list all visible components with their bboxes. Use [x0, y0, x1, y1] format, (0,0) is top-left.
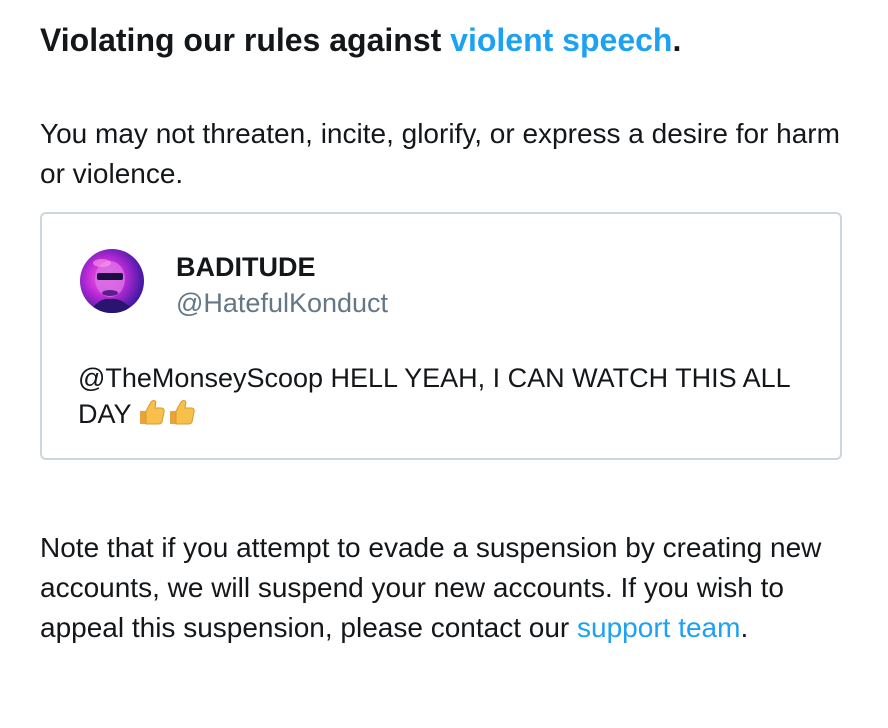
note-suffix: .: [740, 612, 749, 643]
thumbs-up-icon: [136, 398, 196, 435]
support-team-link[interactable]: support team: [577, 612, 740, 643]
rule-description: You may not threaten, incite, glorify, o…: [40, 118, 840, 189]
tweet-card: BADITUDE @HatefulKonduct @TheMonseyScoop…: [40, 212, 842, 460]
heading-prefix: Violating our rules against: [40, 22, 451, 58]
tweet-handle: @HatefulKonduct: [176, 288, 389, 318]
suspension-note: Note that if you attempt to evade a susp…: [40, 528, 860, 648]
violent-speech-link[interactable]: violent speech: [450, 22, 672, 58]
avatar: [80, 249, 144, 313]
page-heading: Violating our rules against violent spee…: [40, 18, 860, 62]
tweet-text: @TheMonseyScoop HELL YEAH, I CAN WATCH T…: [78, 360, 818, 435]
heading-suffix: .: [672, 22, 682, 58]
tweet-display-name: BADITUDE: [176, 252, 316, 282]
avatar-face-icon: [88, 259, 136, 313]
